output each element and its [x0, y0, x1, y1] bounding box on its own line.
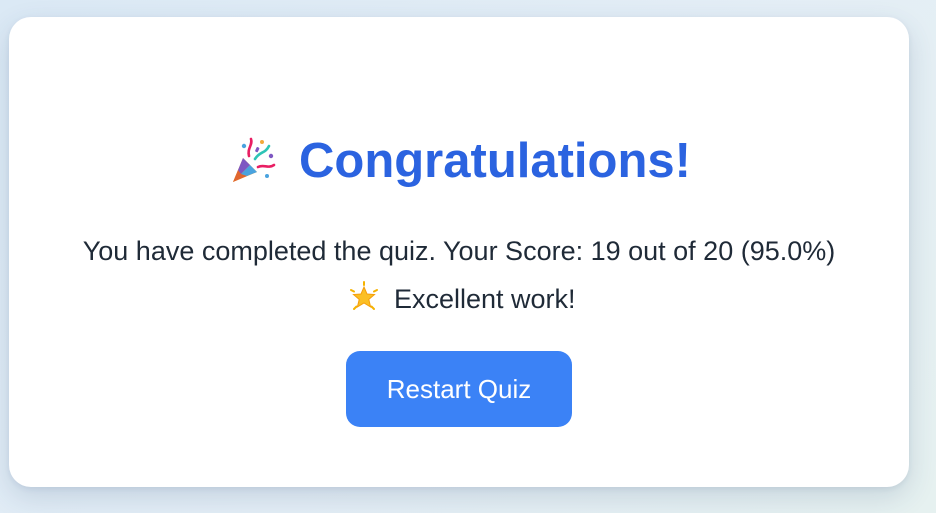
score-text: You have completed the quiz. Your Score:…	[82, 236, 836, 266]
quiz-result-card: Congratulations! You have completed the …	[9, 17, 909, 487]
result-heading: Congratulations!	[9, 129, 909, 193]
party-popper-icon	[227, 136, 277, 186]
encouragement-text: Excellent work!	[393, 284, 576, 314]
score-message: You have completed the quiz. Your Score:…	[79, 227, 839, 323]
glowing-star-icon	[348, 281, 380, 313]
result-title: Congratulations!	[299, 134, 691, 188]
restart-quiz-button[interactable]: Restart Quiz	[346, 351, 572, 427]
